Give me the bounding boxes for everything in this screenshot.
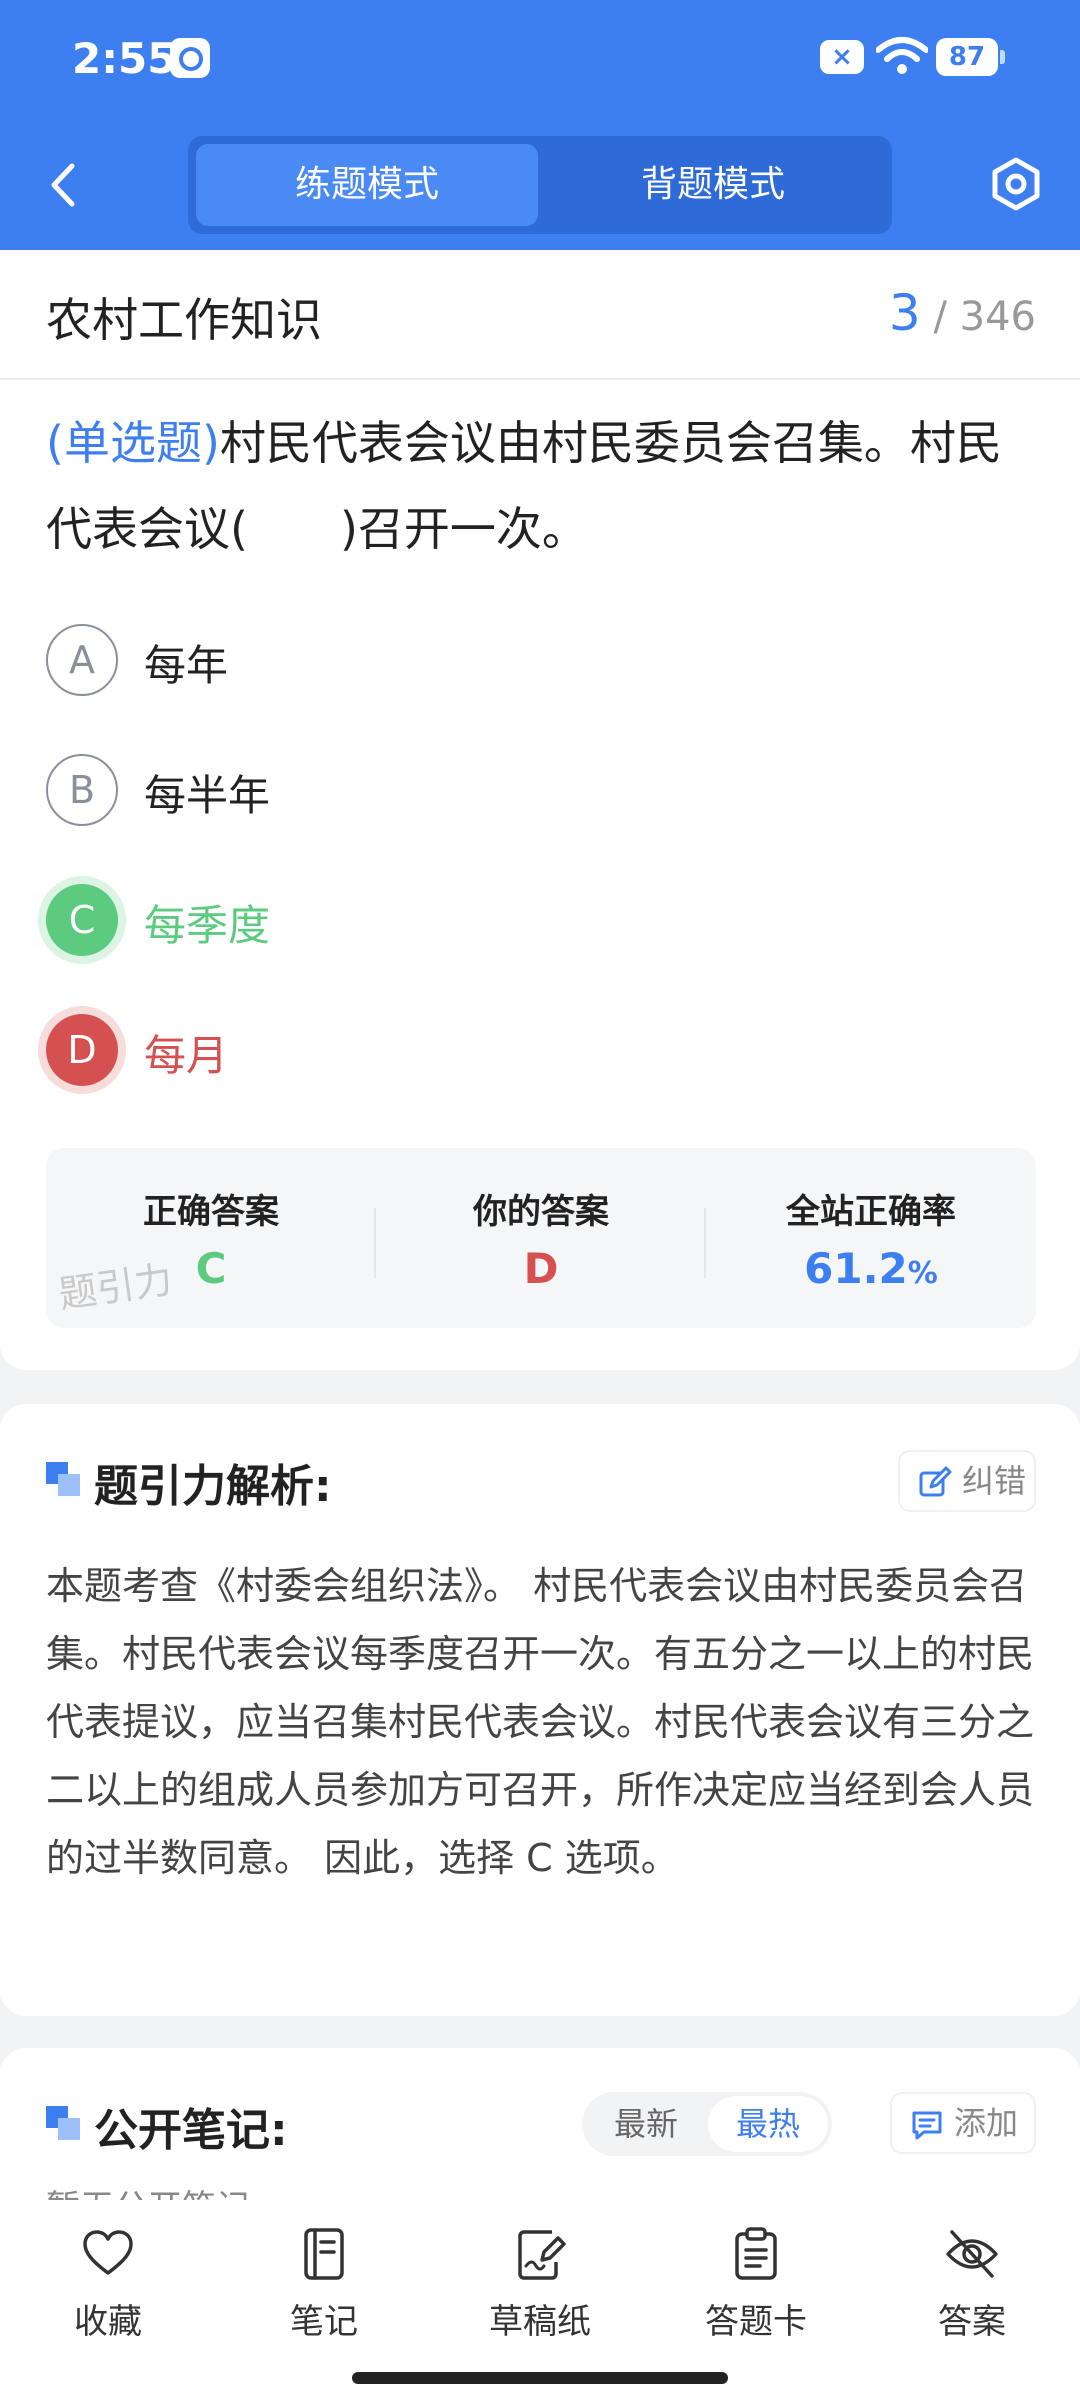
nav-answer-sheet[interactable]: 答题卡 — [666, 2226, 846, 2356]
nav-favorite[interactable]: 收藏 — [18, 2226, 198, 2356]
section-icon — [46, 2106, 82, 2142]
stat-value: D — [523, 1244, 559, 1293]
option-letter: B — [46, 754, 118, 826]
analysis-text: 本题考查《村委会组织法》。 村民代表会议由村民委员会召集。村民代表会议每季度召开… — [46, 1564, 1035, 1880]
no-sim-icon: × — [820, 40, 864, 74]
header: 2:55 × 87 练题模式 背题模式 — [0, 0, 1080, 250]
notes-sort-switch: 最新 最热 — [582, 2092, 832, 2156]
nav-notes[interactable]: 笔记 — [234, 2226, 414, 2356]
stat-title: 正确答案 — [143, 1192, 279, 1232]
add-note-button[interactable]: 添加 — [890, 2092, 1036, 2154]
sort-hottest[interactable]: 最热 — [708, 2096, 828, 2152]
add-note-label: 添加 — [954, 2104, 1019, 2142]
edit-icon — [919, 1466, 952, 1497]
heart-icon — [83, 2230, 133, 2275]
stat-title: 全站正确率 — [786, 1192, 956, 1232]
nav-label: 收藏 — [74, 2302, 142, 2342]
option-label: 每季度 — [144, 901, 271, 950]
settings-icon[interactable] — [988, 156, 1044, 212]
battery-icon: 87 — [936, 38, 1005, 76]
bottom-toolbar: 收藏 笔记 草稿纸 答题卡 答案 — [0, 2200, 1080, 2400]
status-time: 2:55 — [72, 34, 177, 83]
notes-title: 公开笔记: — [94, 2105, 288, 2156]
nav-label: 答题卡 — [705, 2302, 807, 2342]
accuracy-unit: % — [907, 1256, 938, 1291]
sort-latest[interactable]: 最新 — [586, 2096, 706, 2152]
option-letter: D — [46, 1014, 118, 1086]
eye-off-icon — [946, 2230, 998, 2278]
screen: 2:55 × 87 练题模式 背题模式 农村工作知识 3 / 346 (单选题)… — [0, 0, 1080, 2400]
nav-toggle-answer[interactable]: 答案 — [882, 2226, 1062, 2356]
question-type: (单选题) — [46, 416, 220, 470]
report-error-label: 纠错 — [962, 1462, 1027, 1500]
tab-memorize-mode[interactable]: 背题模式 — [542, 144, 884, 226]
nav-label: 草稿纸 — [489, 2302, 591, 2342]
nav-label: 笔记 — [290, 2302, 358, 2342]
nav-draft[interactable]: 草稿纸 — [450, 2226, 630, 2356]
back-button[interactable] — [36, 150, 92, 220]
current-question-number: 3 — [888, 284, 921, 342]
analysis-title: 题引力解析: — [94, 1461, 332, 1512]
question-progress: 3 / 346 — [889, 284, 1036, 342]
subject-title: 农村工作知识 — [46, 293, 322, 347]
option-b[interactable]: B 每半年 — [46, 754, 946, 830]
draft-icon — [518, 2230, 566, 2280]
option-letter: A — [46, 624, 118, 696]
analysis-card: 题引力解析: 纠错 本题考查《村委会组织法》。 村民代表会议由村民委员会召集。村… — [0, 1404, 1080, 2016]
stat-site-accuracy: 全站正确率 61.2% — [706, 1148, 1036, 1328]
option-d[interactable]: D 每月 — [46, 1014, 946, 1090]
answer-stats: 正确答案 C 题引力 你的答案 D 全站正确率 61.2% — [46, 1148, 1036, 1328]
option-a[interactable]: A 每年 — [46, 624, 946, 700]
question-text: (单选题)村民代表会议由村民委员会召集。村民代表会议( )召开一次。 — [46, 400, 1036, 572]
answer-sheet-icon — [735, 2227, 777, 2280]
accuracy-number: 61.2 — [804, 1244, 908, 1293]
mode-switch: 练题模式 背题模式 — [188, 136, 892, 234]
stat-your-answer: 你的答案 D — [376, 1148, 706, 1328]
total-questions: / 346 — [933, 294, 1036, 340]
stat-title: 你的答案 — [473, 1192, 609, 1232]
tab-practice-mode[interactable]: 练题模式 — [196, 144, 538, 226]
comment-icon — [912, 2111, 942, 2140]
question-card: 农村工作知识 3 / 346 (单选题)村民代表会议由村民委员会召集。村民代表会… — [0, 250, 1080, 1370]
option-letter: C — [46, 884, 118, 956]
app-notification-icon — [170, 38, 210, 78]
option-label: 每半年 — [144, 771, 271, 820]
status-bar: 2:55 × 87 — [0, 0, 1080, 120]
notebook-icon — [304, 2228, 344, 2280]
option-label: 每月 — [144, 1031, 229, 1080]
stat-value: 61.2% — [706, 1244, 1036, 1293]
wifi-icon — [876, 37, 928, 74]
home-indicator[interactable] — [352, 2372, 728, 2384]
option-c[interactable]: C 每季度 — [46, 884, 946, 960]
section-icon — [46, 1462, 82, 1498]
report-error-button[interactable]: 纠错 — [898, 1450, 1036, 1512]
nav-label: 答案 — [938, 2302, 1006, 2342]
subject-row: 农村工作知识 3 / 346 — [0, 250, 1080, 380]
option-label: 每年 — [144, 641, 229, 690]
